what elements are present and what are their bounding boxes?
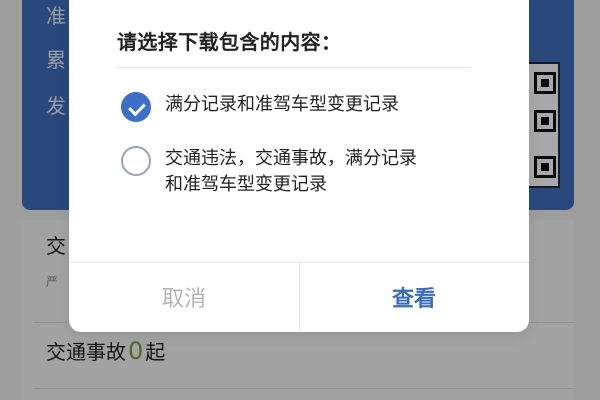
radio-unchecked-icon[interactable] (121, 146, 151, 176)
option-full-record[interactable]: 交通违法，交通事故，满分记录 和准驾车型变更记录 (121, 146, 481, 198)
checkmark-icon (128, 98, 146, 117)
dialog-title: 请选择下载包含的内容： (117, 30, 342, 54)
radio-checked-icon[interactable] (121, 92, 151, 122)
option-full-score-record[interactable]: 满分记录和准驾车型变更记录 (121, 92, 481, 122)
option-label: 交通违法，交通事故，满分记录 和准驾车型变更记录 (165, 148, 417, 195)
option-label: 满分记录和准驾车型变更记录 (165, 94, 399, 115)
view-button[interactable]: 查看 (299, 262, 529, 332)
title-divider (117, 67, 471, 68)
cancel-button[interactable]: 取消 (69, 262, 299, 332)
download-content-dialog: 请选择下载包含的内容： 满分记录和准驾车型变更记录 交通违法，交通事故，满分记录… (69, 0, 529, 332)
